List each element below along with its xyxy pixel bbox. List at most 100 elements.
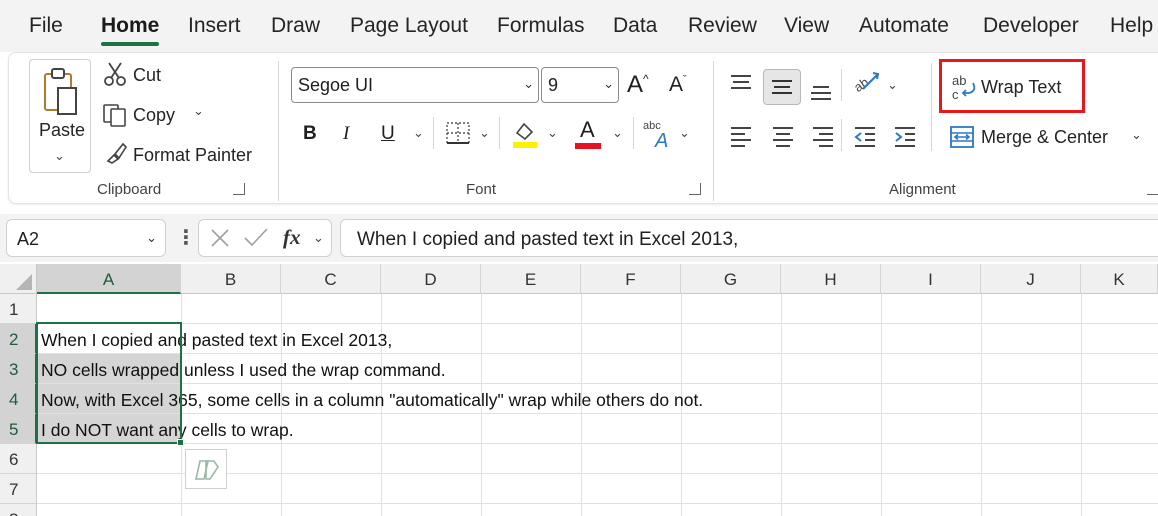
tab-insert[interactable]: Insert bbox=[188, 14, 241, 38]
italic-button[interactable]: I bbox=[343, 123, 349, 145]
row-header-3[interactable]: 3 bbox=[0, 354, 37, 384]
chevron-down-icon: ⌄ bbox=[523, 76, 534, 91]
column-header-g[interactable]: G bbox=[681, 264, 781, 294]
font-color-letter: A bbox=[580, 117, 595, 142]
row-header-8[interactable]: 8 bbox=[0, 504, 37, 516]
worksheet-grid[interactable]: A B C D E F G H I J K 1 2 3 4 5 6 7 8 Wh… bbox=[0, 264, 1158, 516]
orientation-icon[interactable]: ab bbox=[851, 69, 881, 102]
tab-data[interactable]: Data bbox=[613, 14, 657, 38]
dialog-launcher-icon[interactable] bbox=[233, 183, 245, 195]
fill-color-icon[interactable] bbox=[511, 119, 539, 154]
formula-buttons: fx ⌄ bbox=[198, 219, 332, 257]
column-header-f[interactable]: F bbox=[581, 264, 681, 294]
text-effects-icon[interactable]: abc A bbox=[643, 117, 675, 154]
paste-button[interactable]: Paste ⌄ bbox=[29, 59, 91, 173]
select-all-button[interactable] bbox=[0, 264, 37, 294]
tab-view[interactable]: View bbox=[784, 14, 829, 38]
top-align-icon[interactable] bbox=[729, 73, 753, 100]
row-header-1[interactable]: 1 bbox=[0, 294, 37, 324]
font-size-value: 9 bbox=[548, 75, 559, 95]
copy-button[interactable]: Copy bbox=[133, 105, 175, 126]
format-painter-button[interactable]: Format Painter bbox=[133, 145, 252, 166]
chevron-down-icon[interactable]: ⌄ bbox=[679, 125, 690, 141]
tab-file[interactable]: File bbox=[29, 14, 63, 38]
decrease-font-size-button[interactable]: Aˇ bbox=[669, 73, 687, 97]
chevron-down-icon[interactable]: ⌄ bbox=[413, 125, 424, 141]
tab-automate[interactable]: Automate bbox=[859, 14, 949, 38]
name-box-value: A2 bbox=[17, 229, 40, 249]
middle-align-button[interactable] bbox=[763, 69, 801, 105]
tab-draw[interactable]: Draw bbox=[271, 14, 320, 38]
more-options-icon[interactable]: ⋮ bbox=[176, 225, 196, 250]
column-header-c[interactable]: C bbox=[281, 264, 381, 294]
chevron-down-icon[interactable]: ⌄ bbox=[193, 103, 204, 119]
fill-handle[interactable] bbox=[177, 439, 184, 446]
name-box[interactable]: A2 ⌄ bbox=[6, 219, 166, 257]
column-header-e[interactable]: E bbox=[481, 264, 581, 294]
home-ribbon: Paste ⌄ Cut Copy ⌄ Format Painter Clipbo… bbox=[8, 52, 1158, 204]
align-left-icon[interactable] bbox=[729, 125, 753, 152]
font-name-select[interactable]: Segoe UI ⌄ bbox=[291, 67, 539, 103]
tab-help[interactable]: Help bbox=[1110, 14, 1153, 38]
column-header-k[interactable]: K bbox=[1081, 264, 1158, 294]
underline-button[interactable]: U bbox=[381, 123, 395, 145]
column-header-i[interactable]: I bbox=[881, 264, 981, 294]
column-header-j[interactable]: J bbox=[981, 264, 1081, 294]
copilot-icon[interactable] bbox=[185, 449, 227, 489]
checkmark-icon[interactable] bbox=[243, 225, 269, 254]
font-color-button[interactable]: A bbox=[575, 117, 605, 149]
increase-font-size-button[interactable]: A^ bbox=[627, 71, 649, 99]
gridline bbox=[981, 294, 982, 516]
row-header-5[interactable]: 5 bbox=[0, 414, 37, 444]
column-header-a[interactable]: A bbox=[37, 264, 181, 294]
paste-label: Paste bbox=[39, 120, 86, 140]
cancel-icon[interactable] bbox=[209, 225, 231, 254]
active-tab-indicator bbox=[101, 42, 159, 46]
chevron-down-icon[interactable]: ⌄ bbox=[612, 125, 623, 141]
column-header-d[interactable]: D bbox=[381, 264, 481, 294]
alignment-group-label: Alignment bbox=[889, 181, 956, 198]
chevron-down-icon[interactable]: ⌄ bbox=[54, 148, 65, 164]
gridline bbox=[1081, 294, 1082, 516]
decrease-indent-icon[interactable] bbox=[853, 125, 877, 152]
gridline bbox=[37, 503, 1158, 504]
column-header-h[interactable]: H bbox=[781, 264, 881, 294]
svg-text:ab: ab bbox=[952, 73, 966, 88]
row-header-4[interactable]: 4 bbox=[0, 384, 37, 414]
separator bbox=[633, 117, 634, 149]
separator bbox=[433, 117, 434, 149]
row-header-6[interactable]: 6 bbox=[0, 444, 37, 474]
chevron-down-icon[interactable]: ⌄ bbox=[887, 77, 898, 93]
font-size-select[interactable]: 9 ⌄ bbox=[541, 67, 619, 103]
column-header-b[interactable]: B bbox=[181, 264, 281, 294]
borders-icon[interactable] bbox=[445, 121, 471, 150]
tab-home[interactable]: Home bbox=[101, 14, 159, 38]
increase-indent-icon[interactable] bbox=[893, 125, 917, 152]
dialog-launcher-icon[interactable] bbox=[689, 183, 701, 195]
tab-page-layout[interactable]: Page Layout bbox=[350, 14, 468, 38]
align-center-icon[interactable] bbox=[771, 125, 795, 152]
chevron-down-icon[interactable]: ⌄ bbox=[479, 125, 490, 141]
tab-review[interactable]: Review bbox=[688, 14, 757, 38]
dialog-launcher-icon[interactable] bbox=[1147, 183, 1158, 195]
tab-developer[interactable]: Developer bbox=[983, 14, 1079, 38]
bold-button[interactable]: B bbox=[303, 123, 317, 145]
cut-button[interactable]: Cut bbox=[133, 65, 161, 86]
chevron-down-icon[interactable]: ⌄ bbox=[313, 230, 324, 246]
merge-center-button[interactable]: Merge & Center bbox=[981, 127, 1108, 148]
gridline bbox=[37, 323, 1158, 324]
tab-formulas[interactable]: Formulas bbox=[497, 14, 585, 38]
chevron-down-icon[interactable]: ⌄ bbox=[1131, 127, 1142, 143]
row-header-2[interactable]: 2 bbox=[0, 324, 37, 354]
bottom-align-icon[interactable] bbox=[809, 79, 833, 106]
wrap-text-button[interactable]: Wrap Text bbox=[981, 77, 1061, 98]
row-header-7[interactable]: 7 bbox=[0, 474, 37, 504]
insert-function-button[interactable]: fx bbox=[283, 225, 301, 250]
formula-content: When I copied and pasted text in Excel 2… bbox=[357, 229, 739, 250]
paintbrush-icon bbox=[104, 141, 128, 170]
chevron-down-icon[interactable]: ⌄ bbox=[146, 230, 157, 246]
align-right-icon[interactable] bbox=[811, 125, 835, 152]
chevron-down-icon[interactable]: ⌄ bbox=[547, 125, 558, 141]
merge-center-icon bbox=[949, 125, 975, 154]
formula-input[interactable]: When I copied and pasted text in Excel 2… bbox=[340, 219, 1158, 257]
